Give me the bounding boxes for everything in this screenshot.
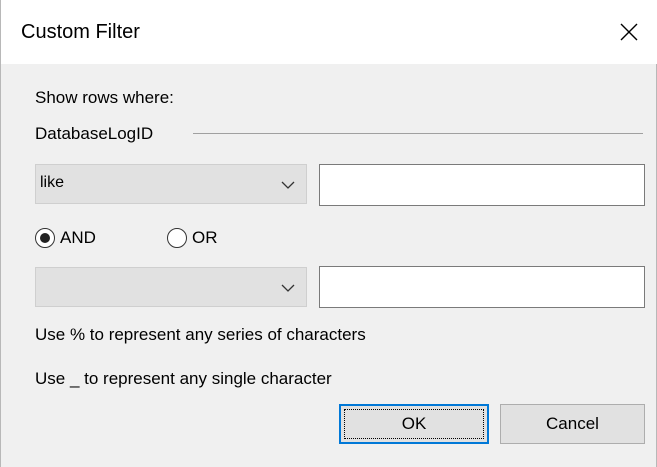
- or-radio-label: OR: [192, 228, 218, 247]
- column-name-label: DatabaseLogID: [35, 124, 154, 143]
- radio-selected-dot: [40, 233, 50, 243]
- operator-select-1[interactable]: like: [35, 164, 307, 204]
- show-rows-label: Show rows where:: [35, 88, 174, 107]
- hint-series-text: Use % to represent any series of charact…: [35, 325, 366, 344]
- group-divider: [193, 133, 643, 134]
- and-radio[interactable]: AND: [35, 228, 96, 248]
- and-radio-circle: [35, 228, 55, 248]
- ok-button[interactable]: OK: [339, 404, 489, 444]
- dialog-title: Custom Filter: [21, 21, 140, 43]
- and-radio-label: AND: [60, 228, 96, 247]
- chevron-down-icon: [281, 181, 295, 189]
- hint-single-text: Use _ to represent any single character: [35, 369, 332, 388]
- operator-select-2[interactable]: [35, 267, 307, 307]
- or-radio-circle: [167, 228, 187, 248]
- cancel-button[interactable]: Cancel: [500, 404, 645, 444]
- or-radio[interactable]: OR: [167, 228, 218, 248]
- value-input-1[interactable]: [319, 164, 645, 206]
- focus-ring: [344, 409, 484, 439]
- cancel-button-label: Cancel: [546, 414, 599, 433]
- operator-select-1-value: like: [40, 174, 65, 191]
- title-bar: Custom Filter: [1, 0, 657, 64]
- close-button[interactable]: [611, 14, 647, 50]
- value-input-2[interactable]: [319, 266, 645, 308]
- custom-filter-dialog: Custom Filter Show rows where: DatabaseL…: [0, 0, 657, 467]
- chevron-down-icon: [281, 284, 295, 292]
- close-icon: [620, 23, 638, 41]
